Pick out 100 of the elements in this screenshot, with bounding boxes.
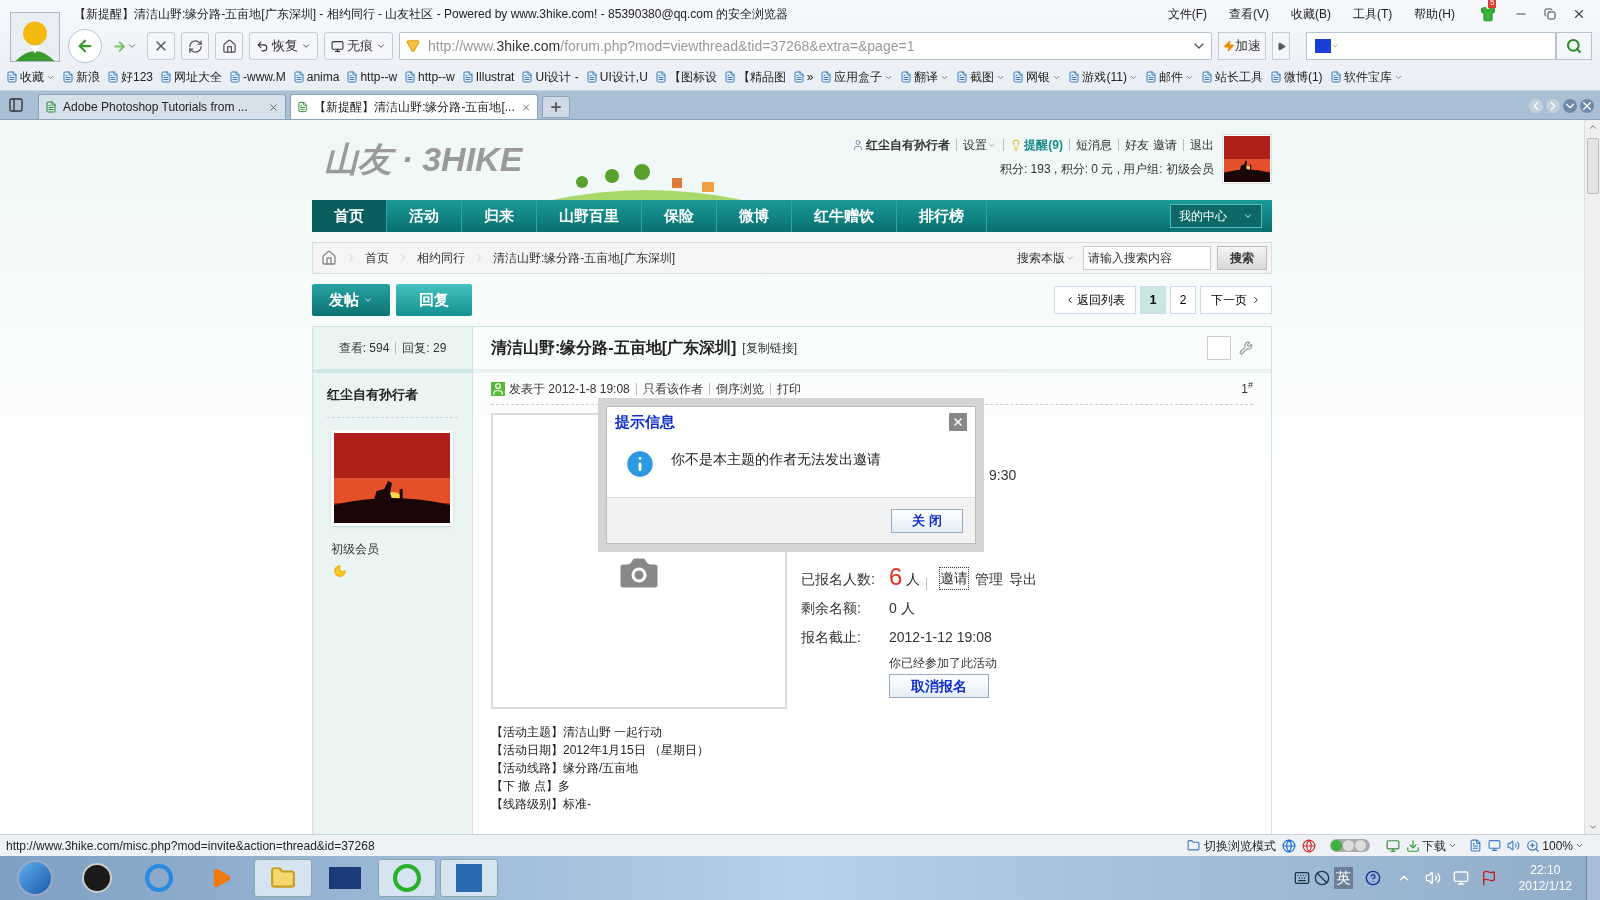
bookmark[interactable]: » [792,68,814,86]
search-button[interactable] [1556,32,1592,60]
document-icon[interactable] [1469,839,1483,852]
scroll-left-button[interactable] [1529,99,1543,113]
incognito-button[interactable]: 无痕 [324,32,393,60]
globe-icon[interactable] [1282,838,1297,853]
menu-item[interactable]: 工具(T) [1342,5,1404,23]
forum-search-button[interactable]: 搜索 [1217,246,1267,270]
nav-item[interactable]: 微博 [717,200,792,232]
home-button[interactable] [215,32,243,60]
browser-tab[interactable]: Adobe Photoshop Tutorials from ... [38,94,286,119]
bookmark[interactable]: anima [292,68,340,86]
bookmark[interactable]: 翻译 [900,68,950,86]
messages-link[interactable]: 短消息 [1076,136,1112,154]
bookmark[interactable]: 截图 [956,68,1006,86]
menu-item[interactable]: 收藏(B) [1280,5,1342,23]
accelerate-button[interactable]: 加速 [1218,32,1266,60]
flag-icon[interactable] [1480,870,1497,886]
breadcrumb-link[interactable]: 首页 [357,249,397,267]
refresh-button[interactable] [181,32,209,60]
tab-list-button[interactable] [1563,99,1577,113]
bookmark[interactable]: 收藏 [6,68,55,86]
nav-item[interactable]: 首页 [312,200,387,232]
nav-item[interactable]: 红牛赠饮 [792,200,897,232]
username-link[interactable]: 红尘自有孙行者 [866,136,951,154]
bookmark[interactable]: http--w [404,68,455,86]
forum-search-field[interactable]: 请输入搜索内容 [1083,246,1211,270]
dialog-ok-button[interactable]: 关 闭 [891,508,963,533]
keyboard-icon[interactable] [1293,870,1310,886]
close-tab-button[interactable] [1580,99,1594,113]
bookmark[interactable]: 新浪 [62,68,100,86]
input-language-button[interactable]: 英 [1333,866,1353,890]
dialog-close-button[interactable] [949,413,967,431]
close-icon[interactable] [268,101,279,113]
search-field[interactable] [1306,32,1556,60]
home-icon[interactable] [321,250,337,266]
post-meta-link[interactable]: 打印 [776,379,801,398]
bookmark[interactable]: 【精品图 [723,68,786,86]
bookmark[interactable]: 【图标设 [654,68,717,86]
monitor-icon[interactable] [1386,838,1401,853]
wrench-icon[interactable] [1239,341,1253,355]
address-bar[interactable]: http://www.3hike.com/forum.php?mod=viewthread&tid=37268&extra=&page=1 [399,32,1212,60]
scrollbar-thumb[interactable] [1586,138,1599,194]
breadcrumb-link[interactable]: 相约同行 [409,249,473,267]
close-icon[interactable] [520,101,531,113]
back-to-list-button[interactable]: 返回列表 [1054,286,1136,314]
page-button[interactable]: 1 [1140,286,1166,314]
nav-item[interactable]: 山野百里 [537,200,642,232]
menu-item[interactable]: 文件(F) [1156,5,1218,23]
bookmark[interactable]: http--w [346,68,398,86]
nav-item[interactable]: 活动 [387,200,462,232]
nav-item[interactable]: 归来 [462,200,537,232]
next-page-button[interactable]: 下一页 [1200,286,1272,314]
copy-link[interactable]: [复制链接] [742,339,797,357]
bookmark[interactable]: 站长工具 [1200,68,1263,86]
bookmark[interactable]: 网银 [1012,68,1062,86]
signup-action-link[interactable]: 管理 [975,569,1004,590]
sidebar-toggle-icon[interactable] [8,97,24,113]
author-name[interactable]: 红尘自有孙行者 [327,373,458,418]
bookmark[interactable]: 网址大全 [160,68,223,86]
monitor-icon[interactable] [1488,839,1502,852]
help-icon[interactable] [1364,870,1381,886]
my-center-button[interactable]: 我的中心 [1170,204,1262,228]
ban-icon[interactable] [1313,870,1330,886]
bookmark[interactable]: -www.M [229,68,286,86]
show-desktop-button[interactable] [1586,856,1600,900]
globe-icon[interactable] [1302,838,1317,853]
bookmark[interactable]: 软件宝库 [1329,68,1403,86]
page-button[interactable]: 2 [1170,286,1196,314]
settings-link[interactable]: 设置 [963,136,988,154]
zoom-button[interactable]: 100% [1526,836,1584,855]
volume-icon[interactable] [1507,839,1521,852]
stop-button[interactable] [147,32,175,60]
nav-item[interactable]: 排行榜 [897,200,987,232]
new-post-button[interactable]: 发帖 [312,284,390,316]
network-icon[interactable] [1452,870,1469,886]
user-avatar-icon[interactable] [10,12,60,62]
browser-tab[interactable]: 【新提醒】清洁山野:缘分路-五亩地[... [290,94,538,119]
bookmark[interactable]: 好123 [107,68,154,86]
menu-item[interactable]: 帮助(H) [1403,5,1466,23]
bookmark[interactable]: UI设计 - [521,68,579,86]
logout-link[interactable]: 退出 [1190,136,1214,154]
download-button[interactable]: 下载 [1406,836,1458,855]
invite-link[interactable]: 邀请 [1153,136,1177,154]
search-scope-dropdown[interactable]: 搜索本版 [1017,249,1075,267]
shirt-icon[interactable] [1480,6,1496,22]
play-button[interactable] [1272,32,1290,60]
scroll-right-button[interactable] [1546,99,1560,113]
reminders-link[interactable]: 提醒(9) [1024,136,1063,154]
toggle-lights-icon[interactable] [1330,839,1371,852]
signup-action-link[interactable]: 邀请 [939,567,970,590]
bookmark[interactable]: 应用盒子 [820,68,894,86]
post-meta-link[interactable]: 倒序浏览 [715,379,764,398]
breadcrumb-link[interactable]: 清洁山野:缘分路-五亩地[广东深圳] [485,249,683,267]
restore-button[interactable]: 恢复 [249,32,318,60]
post-meta-link[interactable]: 只看该作者 [642,379,703,398]
checkbox[interactable] [1207,336,1231,360]
switch-mode-button[interactable]: 切换浏览模式 [1187,836,1277,855]
friends-link[interactable]: 好友 [1125,136,1149,154]
volume-icon[interactable] [1424,870,1441,886]
